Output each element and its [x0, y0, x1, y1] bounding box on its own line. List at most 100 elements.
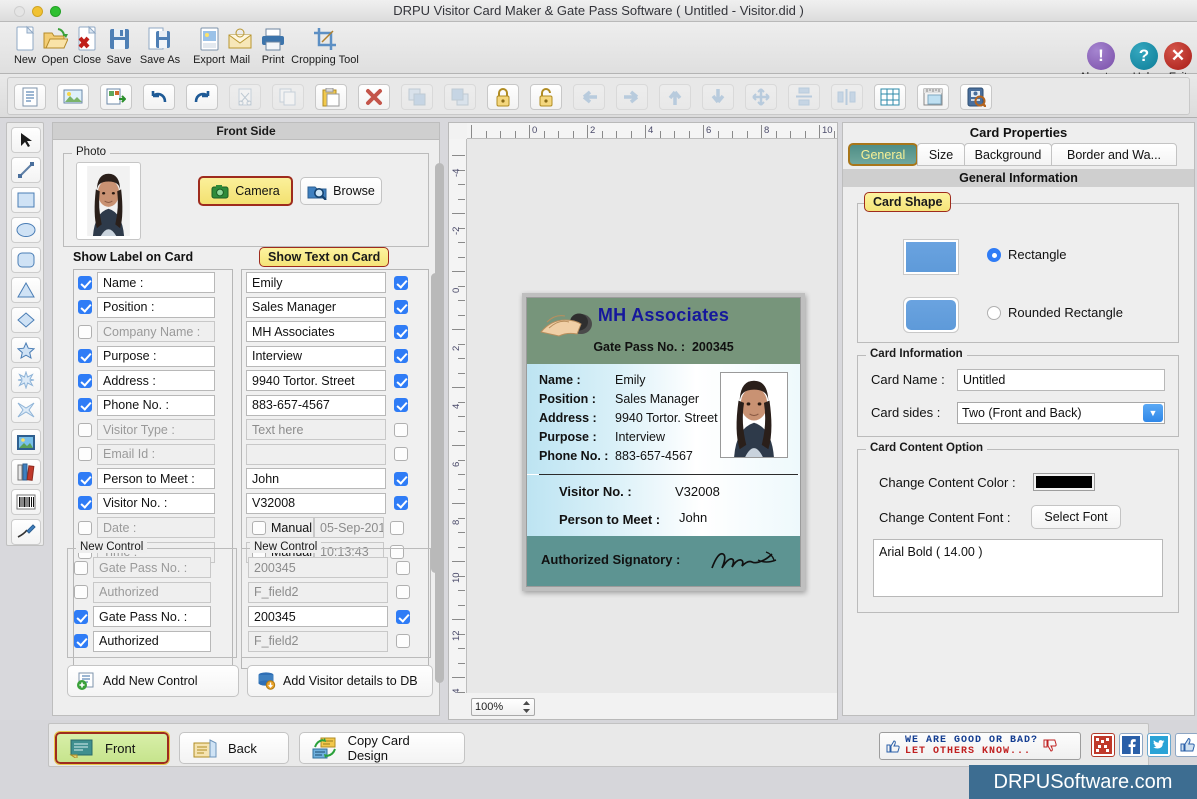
datetime-label-row[interactable]: Date :	[73, 516, 233, 539]
label-checkbox[interactable]	[78, 373, 92, 388]
rounded-rectangle-tool[interactable]	[11, 247, 41, 273]
value-checkbox[interactable]	[394, 471, 408, 486]
label-text[interactable]: Authorized	[93, 630, 211, 652]
unlock-icon[interactable]	[530, 84, 562, 110]
value-text[interactable]: John	[246, 468, 386, 489]
bring-to-front-icon[interactable]	[401, 84, 433, 110]
lock-icon[interactable]	[487, 84, 519, 110]
value-text[interactable]: Interview	[246, 345, 386, 367]
front-side-button[interactable]: Front	[54, 731, 170, 765]
value-text[interactable]: F_field2	[248, 581, 388, 603]
select-arrow-tool[interactable]	[11, 127, 41, 153]
grid-icon[interactable]	[874, 84, 906, 110]
value-checkbox[interactable]	[390, 520, 404, 535]
add-text-icon[interactable]	[14, 84, 46, 110]
burst-tool[interactable]	[11, 367, 41, 393]
rounded-rectangle-radio-row[interactable]: Rounded Rectangle	[987, 305, 1123, 320]
label-checkbox[interactable]	[74, 560, 88, 575]
label-field-row[interactable]: Company Name :	[73, 320, 233, 343]
select-font-button[interactable]: Select Font	[1031, 505, 1121, 529]
new-control-value-row[interactable]: 200345	[245, 556, 427, 579]
tab-border-and-wa[interactable]: Border and Wa...	[1051, 143, 1177, 166]
value-checkbox[interactable]	[394, 373, 408, 388]
label-text[interactable]: Gate Pass No. :	[93, 606, 211, 627]
image-tool[interactable]	[11, 429, 41, 455]
feedback-banner[interactable]: WE ARE GOOD OR BAD? LET OTHERS KNOW...	[879, 732, 1081, 760]
align-center-icon[interactable]	[745, 84, 777, 110]
value-text[interactable]: 883-657-4567	[246, 394, 386, 416]
label-checkbox[interactable]	[78, 447, 92, 461]
toolbar-save[interactable]: Save	[101, 25, 137, 66]
ruler-icon[interactable]	[917, 84, 949, 110]
signature-pen-tool[interactable]	[11, 519, 41, 545]
label-text[interactable]: Email Id :	[97, 443, 215, 465]
paste-icon[interactable]	[315, 84, 347, 110]
label-text[interactable]: Company Name :	[97, 321, 215, 342]
label-field-row[interactable]: Visitor Type :	[73, 418, 233, 441]
new-control-label-row[interactable]: Authorized	[71, 581, 233, 604]
rounded-rectangle-shape-thumbnail[interactable]	[903, 297, 959, 333]
canvas-surface[interactable]: MH Associates Gate Pass No. : 200345 Nam…	[467, 139, 837, 693]
label-field-row[interactable]: Address :	[73, 369, 233, 392]
thumbs-up-icon[interactable]	[1175, 733, 1197, 757]
barcode-tool[interactable]	[11, 489, 41, 515]
diamond-tool[interactable]	[11, 307, 41, 333]
label-checkbox[interactable]	[78, 300, 92, 314]
distribute-horizontal-icon[interactable]	[831, 84, 863, 110]
label-field-row[interactable]: Purpose :	[73, 345, 233, 368]
triangle-tool[interactable]	[11, 277, 41, 303]
label-checkbox[interactable]	[74, 634, 88, 648]
new-control-label-row[interactable]: Authorized	[71, 630, 233, 653]
label-text[interactable]: Phone No. :	[97, 394, 215, 416]
id-card-preview[interactable]: MH Associates Gate Pass No. : 200345 Nam…	[522, 293, 805, 591]
new-control-value-row[interactable]: F_field2	[245, 581, 427, 604]
card-sides-select[interactable]: Two (Front and Back) ▼	[957, 402, 1165, 424]
new-control-label-row[interactable]: Gate Pass No. :	[71, 605, 233, 628]
label-checkbox[interactable]	[78, 496, 92, 510]
label-checkbox[interactable]	[78, 520, 92, 535]
label-text[interactable]: Person to Meet :	[97, 468, 215, 489]
zoom-level-control[interactable]: 100%	[471, 698, 535, 716]
value-text[interactable]: 200345	[248, 606, 388, 627]
align-top-icon[interactable]	[659, 84, 691, 110]
value-field-row[interactable]: V32008	[241, 492, 429, 515]
tab-size[interactable]: Size	[917, 143, 965, 166]
stepper-arrows-icon[interactable]	[522, 700, 531, 714]
label-text[interactable]: Gate Pass No. :	[93, 557, 211, 578]
distribute-vertical-icon[interactable]	[788, 84, 820, 110]
value-checkbox[interactable]	[396, 560, 410, 575]
value-text[interactable]: Emily	[246, 272, 386, 293]
value-checkbox[interactable]	[394, 496, 408, 510]
star-tool[interactable]	[11, 337, 41, 363]
back-side-button[interactable]: Back	[179, 732, 289, 764]
label-field-row[interactable]: Email Id :	[73, 443, 233, 466]
line-tool[interactable]	[11, 157, 41, 183]
content-color-swatch[interactable]	[1033, 473, 1095, 491]
facebook-icon[interactable]	[1119, 733, 1143, 757]
ellipse-tool[interactable]	[11, 217, 41, 243]
value-field-row[interactable]: Interview	[241, 345, 429, 368]
send-to-back-icon[interactable]	[444, 84, 476, 110]
chevron-down-icon[interactable]: ▼	[1143, 404, 1163, 422]
value-checkbox[interactable]	[394, 275, 408, 290]
label-field-row[interactable]: Visitor No. :	[73, 492, 233, 515]
browse-button[interactable]: Browse	[300, 177, 382, 205]
preview-card-icon[interactable]	[960, 84, 992, 110]
toolbar-mail[interactable]: Mail	[222, 25, 258, 66]
label-checkbox[interactable]	[78, 398, 92, 412]
label-checkbox[interactable]	[78, 422, 92, 437]
add-image-icon[interactable]	[57, 84, 89, 110]
new-control-label-row[interactable]: Gate Pass No. :	[71, 556, 233, 579]
rectangle-shape-thumbnail[interactable]	[903, 239, 959, 275]
align-bottom-icon[interactable]	[702, 84, 734, 110]
card-name-input[interactable]: Untitled	[957, 369, 1165, 391]
twitter-icon[interactable]	[1147, 733, 1171, 757]
label-text[interactable]: Purpose :	[97, 345, 215, 367]
value-field-row[interactable]: 9940 Tortor. Street	[241, 369, 429, 392]
label-field-row[interactable]: Name :	[73, 271, 233, 294]
value-checkbox[interactable]	[394, 300, 408, 314]
copy-icon[interactable]	[272, 84, 304, 110]
redo-icon[interactable]	[186, 84, 218, 110]
value-checkbox[interactable]	[394, 447, 408, 461]
value-text[interactable]: MH Associates	[246, 321, 386, 342]
